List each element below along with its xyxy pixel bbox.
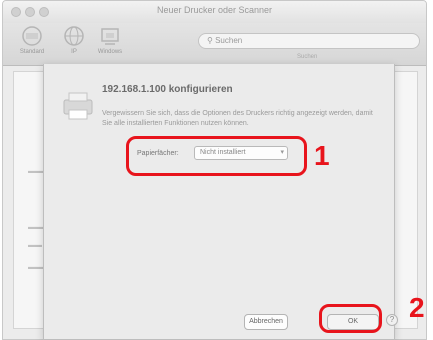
sheet-description: Vergewissern Sie sich, dass die Optionen… [102,110,373,127]
cancel-button[interactable]: Abbrechen [244,314,288,330]
default-printer-icon [22,26,42,46]
window-title: Neuer Drucker oder Scanner [156,5,273,15]
search-icon: ⚲ [207,36,213,45]
toolbar-windows-label: Windows [97,49,123,55]
toolbar-ip-button[interactable]: IP [57,25,91,63]
help-button[interactable]: ? [386,314,398,326]
globe-icon [64,26,84,46]
callout-number-1: 1 [314,140,330,171]
callout-number-2: 2 [409,292,425,323]
windows-printer-icon [101,28,119,45]
toolbar-default-label: Standard [19,49,45,55]
callout-box-1 [126,136,307,176]
toolbar: Standard IP Windows ⚲ Suchen Suchen [3,23,426,66]
toolbar-windows-button[interactable]: Windows [93,25,127,63]
printer-icon [63,92,93,120]
title-bar: Neuer Drucker oder Scanner [3,1,426,23]
search-placeholder: Suchen [215,36,243,45]
configure-sheet: 192.168.1.100 konfigurieren Vergewissern… [43,64,395,340]
search-field[interactable]: ⚲ Suchen [198,33,420,49]
sheet-title: 192.168.1.100 konfigurieren [102,84,233,95]
ghost-text: ▬▬ [28,242,42,249]
callout-box-2 [319,304,382,333]
toolbar-default-button[interactable]: Standard [15,25,49,63]
toolbar-ip-label: IP [71,49,77,55]
search-label: Suchen [297,54,318,60]
